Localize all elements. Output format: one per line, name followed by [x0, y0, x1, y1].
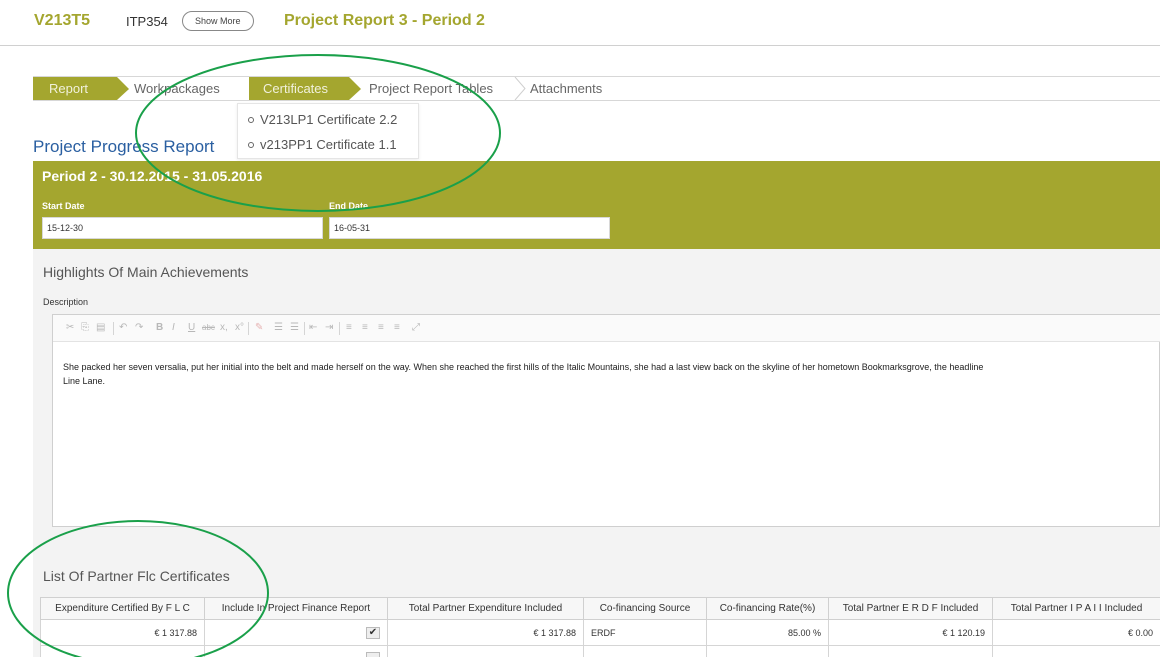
report-title: Project Report 3 - Period 2 [284, 12, 485, 29]
itp-code: ITP354 [126, 14, 168, 29]
undo-icon[interactable]: ↶ [119, 321, 127, 335]
redo-icon[interactable]: ↷ [135, 321, 143, 335]
editor-content[interactable]: She packed her seven versalia, put her i… [63, 360, 1160, 388]
period-heading: Period 2 - 30.12.2015 - 31.05.2016 [42, 168, 263, 184]
report-content-area: Highlights Of Main Achievements Descript… [33, 249, 1160, 657]
report-steps-nav: Report Workpackages Certificates Project… [33, 76, 1160, 101]
bold-icon[interactable]: B [156, 321, 163, 335]
checkbox-icon[interactable] [366, 651, 380, 657]
cofinancing-source-cell: ERDF [583, 619, 707, 646]
step-separator-chevron [514, 77, 526, 100]
table-cell [828, 645, 993, 657]
strikethrough-icon[interactable]: abc [202, 321, 215, 335]
column-header[interactable]: Include In Project Finance Report [204, 597, 388, 620]
table-cell [992, 645, 1160, 657]
italic-icon[interactable]: I [172, 321, 175, 335]
section-title: Project Progress Report [33, 137, 215, 156]
certificate-menu-item[interactable]: V213LP1 Certificate 2.2 [248, 110, 397, 130]
maximize-icon[interactable]: ⤢ [412, 321, 420, 335]
column-header[interactable]: Total Partner Expenditure Included [387, 597, 584, 620]
align-right-icon[interactable]: ≡ [378, 321, 384, 335]
start-date-field[interactable]: 15-12-30 [42, 217, 323, 239]
step-report[interactable]: Report [33, 77, 129, 100]
flc-certificates-title: List Of Partner Flc Certificates [43, 568, 230, 584]
project-code: V213T5 [34, 12, 91, 29]
top-header: V213T5 ITP354 Show More Project Report 3… [0, 0, 1160, 46]
include-cell [204, 645, 388, 657]
column-header[interactable]: Co-financing Rate(%) [706, 597, 829, 620]
step-workpackages[interactable]: Workpackages [134, 77, 249, 100]
column-header[interactable]: Total Partner I P A I I Included [992, 597, 1160, 620]
superscript-icon[interactable]: x° [235, 321, 244, 335]
table-cell [40, 645, 205, 657]
step-certificates[interactable]: Certificates [249, 77, 361, 100]
end-date-label: End Date [329, 201, 369, 211]
table-cell [387, 645, 584, 657]
remove-format-icon[interactable]: ✎ [255, 321, 263, 335]
editor-toolbar: ✂ ⎘ ▤ ↶ ↷ B I U abc x, x° ✎ ☰ ☰ ⇤ ⇥ ≡ ≡ … [53, 315, 1160, 342]
copy-icon[interactable]: ⎘ [81, 321, 89, 335]
certificate-menu-item-label: v213PP1 Certificate 1.1 [260, 137, 397, 152]
flc-certificates-table: Expenditure Certified By F L C Include I… [40, 597, 1160, 657]
toolbar-divider [304, 322, 305, 335]
align-left-icon[interactable]: ≡ [346, 321, 352, 335]
step-workpackages-label: Workpackages [134, 81, 220, 96]
certificate-menu-item[interactable]: v213PP1 Certificate 1.1 [248, 135, 397, 155]
column-header[interactable]: Total Partner E R D F Included [828, 597, 993, 620]
editor-text-line: Line Lane. [63, 376, 106, 386]
bulleted-list-icon[interactable]: ☰ [290, 321, 299, 335]
step-attachments[interactable]: Attachments [530, 77, 630, 100]
certificate-menu-item-label: V213LP1 Certificate 2.2 [260, 112, 398, 127]
cofinancing-rate-cell: 85.00 % [706, 619, 829, 646]
paste-icon[interactable]: ▤ [96, 321, 105, 335]
column-header[interactable]: Expenditure Certified By F L C [40, 597, 205, 620]
expenditure-certified-cell: € 1 317.88 [40, 619, 205, 646]
table-cell [706, 645, 829, 657]
toolbar-divider [339, 322, 340, 335]
cut-icon[interactable]: ✂ [66, 321, 74, 335]
column-header[interactable]: Co-financing Source [583, 597, 707, 620]
table-row: € 1 317.88 ✔ € 1 317.88 ERDF 85.00 % € 1… [40, 619, 1160, 646]
editor-text-line: She packed her seven versalia, put her i… [63, 362, 984, 372]
description-label: Description [43, 297, 89, 307]
end-date-field[interactable]: 16-05-31 [329, 217, 610, 239]
flc-certificates-table-wrapper: Expenditure Certified By F L C Include I… [40, 597, 1160, 657]
period-panel: Period 2 - 30.12.2015 - 31.05.2016 Start… [33, 161, 1160, 249]
table-row [40, 645, 1160, 657]
ipa-included-cell: € 0.00 [992, 619, 1160, 646]
checkmark-icon[interactable]: ✔ [366, 626, 380, 639]
bullet-icon [248, 116, 254, 123]
table-cell [583, 645, 707, 657]
start-date-label: Start Date [42, 201, 85, 211]
total-expenditure-cell: € 1 317.88 [387, 619, 584, 646]
erdf-included-cell: € 1 120.19 [828, 619, 993, 646]
subscript-icon[interactable]: x, [220, 321, 228, 335]
description-rich-text-editor[interactable]: ✂ ⎘ ▤ ↶ ↷ B I U abc x, x° ✎ ☰ ☰ ⇤ ⇥ ≡ ≡ … [52, 314, 1160, 527]
outdent-icon[interactable]: ⇤ [309, 321, 317, 335]
toolbar-divider [113, 322, 114, 335]
numbered-list-icon[interactable]: ☰ [274, 321, 283, 335]
show-more-button[interactable]: Show More [182, 11, 254, 31]
toolbar-divider [248, 322, 249, 335]
step-project-report-tables[interactable]: Project Report Tables [369, 77, 519, 100]
underline-icon[interactable]: U [188, 321, 195, 335]
align-center-icon[interactable]: ≡ [362, 321, 368, 335]
highlights-title: Highlights Of Main Achievements [43, 264, 249, 280]
justify-icon[interactable]: ≡ [394, 321, 400, 335]
include-cell: ✔ [204, 619, 388, 646]
indent-icon[interactable]: ⇥ [325, 321, 333, 335]
table-header-row: Expenditure Certified By F L C Include I… [40, 597, 1160, 620]
bullet-icon [248, 141, 254, 148]
certificates-dropdown: V213LP1 Certificate 2.2 v213PP1 Certific… [237, 103, 419, 159]
